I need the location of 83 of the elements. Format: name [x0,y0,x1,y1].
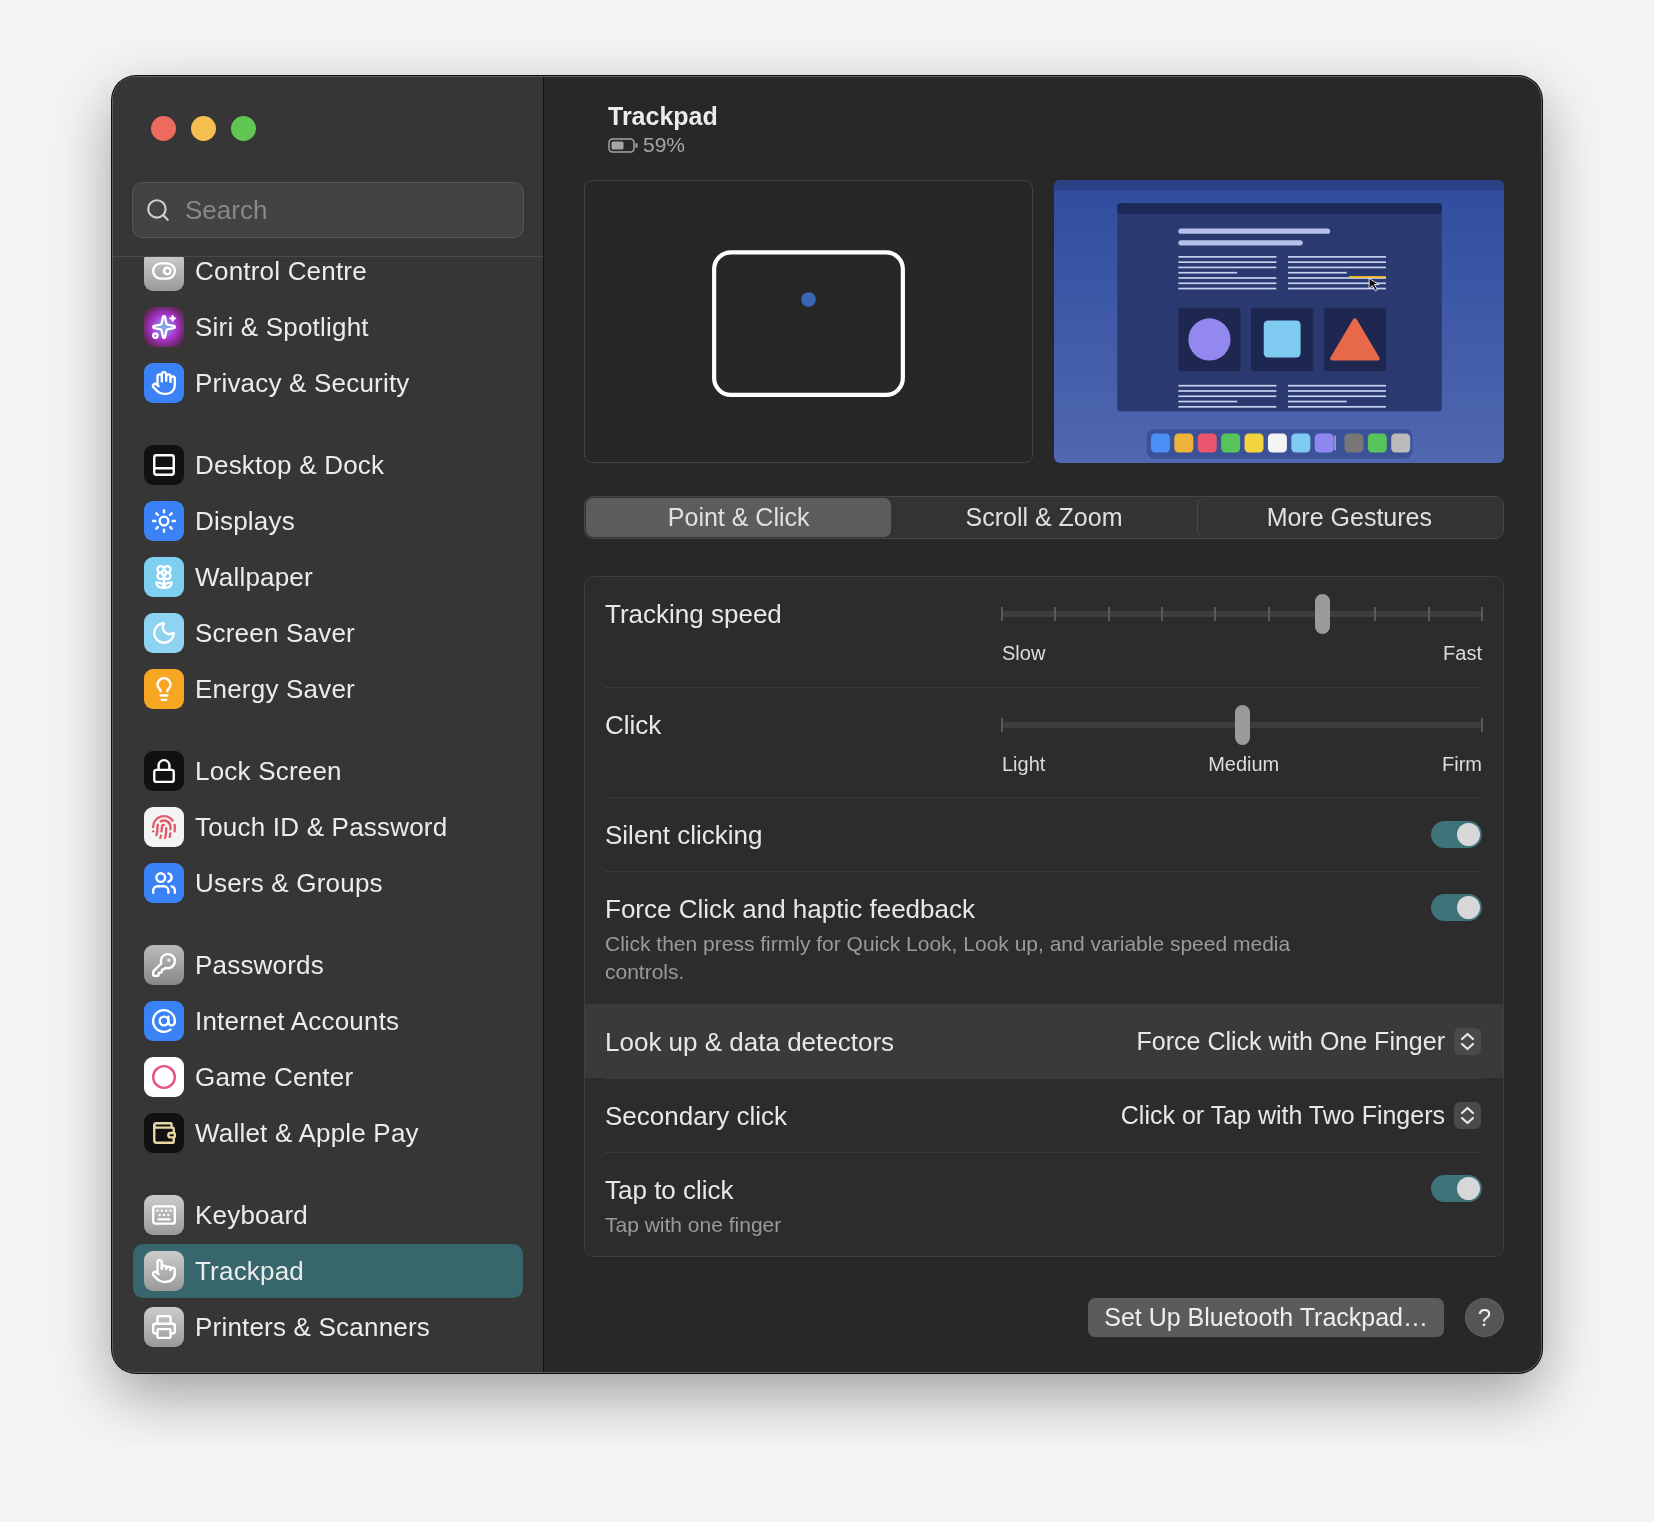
sidebar-item[interactable]: Game Center [133,1050,523,1104]
sidebar-item[interactable]: Screen Saver [133,606,523,660]
tab[interactable]: Point & Click [586,498,892,537]
setting-label: Look up & data detectors [605,1026,895,1057]
scale-label: Light [1002,753,1046,776]
slider-tick [1001,607,1003,621]
setting-description: Click then press firmly for Quick Look, Look up, and variable speed media controls. [605,931,1292,985]
popup-button[interactable]: Click or Tap with Two Fingers [1120,1101,1482,1130]
toggles-icon [144,257,184,291]
slider-tick [1481,607,1483,621]
sidebar-item[interactable]: Displays [133,494,523,548]
sidebar-item[interactable]: Trackpad [133,1244,523,1298]
zoom-button[interactable] [231,116,256,141]
sidebar-item[interactable]: Wallet & Apple Pay [133,1106,523,1160]
setting-label: Secondary click [605,1100,788,1131]
slider-tick [1214,607,1217,621]
sidebar-item[interactable]: Control Centre [133,257,523,298]
sun-icon [144,501,184,541]
battery-icon [608,137,638,153]
sidebar-item[interactable]: Privacy & Security [133,356,523,410]
sidebar-item[interactable]: Wallpaper [133,550,523,604]
setup-button[interactable]: Set Up Bluetooth Trackpad… [1088,1298,1444,1337]
slider-thumb[interactable] [1235,705,1250,745]
up-down-chevron-icon [1453,1027,1482,1056]
lock-icon [144,751,184,791]
sidebar-item[interactable]: Passwords [133,938,523,992]
scale-label: Slow [1002,642,1046,665]
popup-button[interactable]: Force Click with One Finger [1136,1027,1482,1056]
scale-label: Fast [1443,642,1482,665]
slider-tick [1481,718,1483,732]
wallet-icon [144,1113,184,1153]
pointer-icon [144,1251,184,1291]
setting-label: Tap to click [605,1175,735,1205]
sidebar-item[interactable]: Keyboard [133,1188,523,1242]
slider-thumb[interactable] [1315,594,1331,634]
sidebar-item[interactable]: Desktop & Dock [133,438,523,492]
sidebar-item[interactable]: Touch ID & Password [133,800,523,854]
dock-icon [144,445,184,485]
search-field[interactable]: Search [132,182,524,238]
setting-description: Tap with one finger [605,1212,783,1238]
slider-tick [1374,607,1377,621]
hand-icon [144,363,184,403]
toggle-switch[interactable] [1431,894,1482,921]
help-button[interactable]: ? [1465,1298,1504,1337]
slider-track[interactable] [1002,594,1482,634]
setting-label: Click [605,710,662,740]
slider-tick [1001,718,1003,732]
scale-label: Medium [1208,753,1280,776]
up-down-chevron-icon [1453,1101,1482,1130]
key-icon [144,945,184,985]
scale-label: Firm [1442,753,1482,776]
slider-tick [1107,607,1110,621]
toggle-switch[interactable] [1431,821,1482,848]
tab[interactable]: More Gestures [1196,498,1502,537]
slider-tick [1267,607,1270,621]
sidebar-item[interactable]: Internet Accounts [133,994,523,1048]
tab[interactable]: Scroll & Zoom [891,498,1197,537]
setting-label: Silent clicking [605,819,763,850]
battery-level: 59% [643,133,686,157]
slider-tick [1054,607,1057,621]
setting-label: Tracking speed [605,599,782,629]
slider-tick [1427,607,1430,621]
slider-track[interactable] [1002,705,1482,745]
setting-label: Force Click and haptic feedback [605,894,976,924]
minimize-button[interactable] [191,116,216,141]
lightbulb-icon [144,669,184,709]
at-sign-icon [144,1001,184,1041]
sidebar-item[interactable]: Printers & Scanners [133,1300,523,1354]
page-title: Trackpad [608,102,719,131]
sidebar-item[interactable]: Energy Saver [133,662,523,716]
sidebar-item[interactable]: Siri & Spotlight [133,300,523,354]
users-icon [144,863,184,903]
sidebar-item[interactable]: Lock Screen [133,744,523,798]
slider-tick [1161,607,1163,621]
close-button[interactable] [151,116,176,141]
sidebar-item[interactable]: Users & Groups [133,856,523,910]
keyboard-icon [144,1195,184,1235]
search-icon [145,197,171,223]
moon-icon [144,613,184,653]
fingerprint-icon [144,807,184,847]
flower-icon [144,557,184,597]
printer-icon [144,1307,184,1347]
toggle-switch[interactable] [1431,1175,1482,1202]
